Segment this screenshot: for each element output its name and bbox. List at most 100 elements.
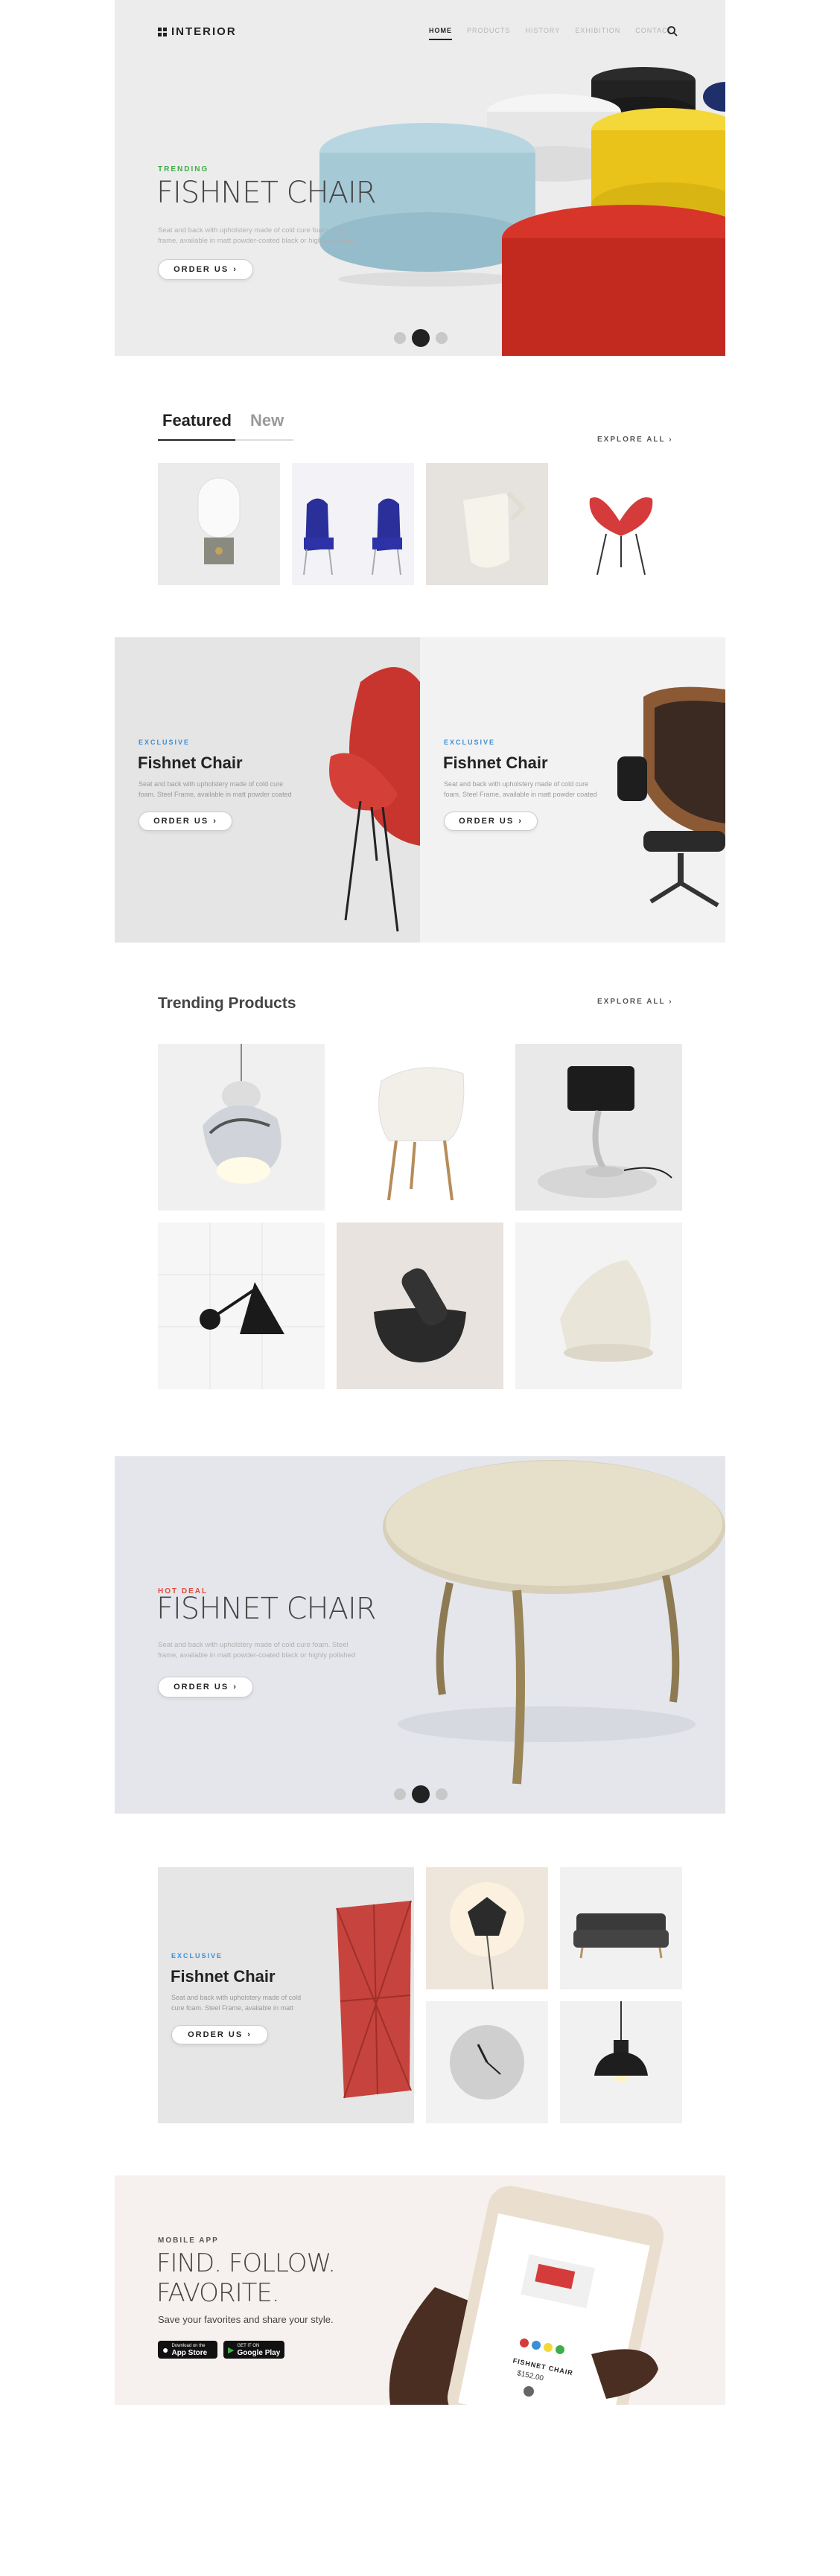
search-icon[interactable]: [666, 25, 678, 37]
exclusive-bottom-order-label: ORDER US: [188, 2030, 244, 2039]
mobile-app-banner: FISHNET CHAIR $152.00 MOBILE APP FIND. F…: [115, 2175, 725, 2405]
chevron-right-icon: ›: [233, 1683, 238, 1692]
bottom-product-clock[interactable]: [426, 2001, 548, 2123]
bottom-product-wall-light[interactable]: [426, 1867, 548, 1989]
hot-deal-title: FISHNET CHAIR: [156, 1592, 377, 1626]
exclusive-left-eyebrow: EXCLUSIVE: [139, 739, 191, 746]
tab-featured[interactable]: Featured: [162, 411, 232, 430]
exclusive-right-title: Fishnet Chair: [443, 753, 548, 772]
exclusive-bottom-order-button[interactable]: ORDER US ›: [171, 2025, 268, 2044]
app-store-button[interactable]: ● Download on the App Store: [158, 2341, 217, 2359]
hero-desc-1: Seat and back with upholstery made of co…: [158, 226, 349, 235]
wall-lamp-image: [158, 1222, 325, 1389]
hot-deal-banner: HOT DEAL FISHNET CHAIR Seat and back wit…: [115, 1456, 725, 1814]
red-chair-image: [589, 497, 653, 576]
hero-dot-1[interactable]: [394, 332, 406, 344]
hot-deal-dot-3[interactable]: [436, 1788, 448, 1800]
hero-order-label: ORDER US: [174, 265, 229, 274]
hero-title: FISHNET CHAIR: [156, 176, 377, 210]
hero-eyebrow: TRENDING: [158, 165, 209, 173]
hero-order-button[interactable]: ORDER US ›: [158, 259, 253, 280]
hero-banner: INTERIOR HOME PRODUCTS HISTORY EXHIBITIO…: [115, 0, 725, 356]
trending-product-wall-lamp[interactable]: [158, 1222, 325, 1389]
nav-history[interactable]: HISTORY: [526, 27, 561, 40]
featured-product-white-vase[interactable]: [426, 463, 548, 585]
hero-desc-2: frame, available in matt powder-coated b…: [158, 237, 356, 245]
tab-featured-label: Featured: [162, 411, 232, 430]
exclusive-left-desc-1: Seat and back with upholstery made of co…: [139, 780, 284, 788]
exclusive-left-title: Fishnet Chair: [138, 753, 243, 772]
trending-explore-link[interactable]: EXPLORE ALL ›: [597, 998, 673, 1006]
exclusive-right-eyebrow: EXCLUSIVE: [444, 739, 496, 746]
clock-image: [450, 2025, 524, 2100]
blue-chairs-image: [303, 498, 402, 576]
hot-deal-desc-1: Seat and back with upholstery made of co…: [158, 1641, 349, 1649]
google-play-label: Google Play: [237, 2349, 281, 2357]
chevron-right-icon: ›: [669, 436, 673, 444]
app-store-label: App Store: [171, 2349, 208, 2357]
app-eyebrow: MOBILE APP: [158, 2237, 219, 2245]
exclusive-right-order-label: ORDER US: [459, 817, 515, 826]
trending-explore-label: EXPLORE ALL: [597, 998, 666, 1006]
shell-chair-image: [378, 1067, 465, 1201]
nav-exhibition[interactable]: EXHIBITION: [575, 27, 620, 40]
featured-explore-label: EXPLORE ALL: [597, 436, 666, 444]
exclusive-bottom-title: Fishnet Chair: [171, 1967, 276, 1986]
trending-product-mortar-pestle[interactable]: [337, 1222, 503, 1389]
logo[interactable]: INTERIOR: [158, 25, 237, 38]
exclusive-bottom-desc-1: Seat and back with upholstery made of co…: [171, 1994, 302, 2001]
app-title-line2: FAVORITE.: [156, 2278, 280, 2308]
exclusive-left-order-button[interactable]: ORDER US ›: [139, 812, 232, 831]
tab-new[interactable]: New: [250, 411, 284, 430]
hot-deal-dot-1[interactable]: [394, 1788, 406, 1800]
trending-title: Trending Products: [158, 995, 296, 1012]
chevron-right-icon: ›: [669, 998, 673, 1006]
white-vase-image: [463, 491, 526, 568]
featured-explore-link[interactable]: EXPLORE ALL ›: [597, 436, 673, 444]
trending-product-pendant-lamp[interactable]: [158, 1044, 325, 1211]
trending-product-table-lamp[interactable]: [515, 1044, 682, 1211]
exclusive-card-left[interactable]: EXCLUSIVE Fishnet Chair Seat and back wi…: [115, 637, 420, 943]
table-lamp-image: [538, 1066, 672, 1198]
ceramic-lamp-image: [560, 1260, 653, 1362]
round-table-image: [383, 1460, 725, 1785]
hero-dot-2[interactable]: [412, 329, 430, 347]
trending-product-ceramic-lamp[interactable]: [515, 1222, 682, 1389]
trending-product-shell-chair[interactable]: [337, 1044, 503, 1211]
exclusive-bottom-desc-2: cure foam. Steel Frame, available in mat…: [171, 2004, 294, 2012]
exclusive-right-desc-1: Seat and back with upholstery made of co…: [444, 780, 589, 788]
google-play-button[interactable]: ▶ GET IT ON Google Play: [223, 2341, 284, 2359]
app-subtitle: Save your favorites and share your style…: [158, 2314, 334, 2325]
mortar-pestle-image: [374, 1268, 466, 1362]
google-play-icon: ▶: [228, 2345, 235, 2355]
lamp-image: [197, 477, 241, 564]
hot-deal-desc-2: frame, available in matt powder-coated b…: [158, 1651, 356, 1660]
exclusive-card-bottom[interactable]: EXCLUSIVE Fishnet Chair Seat and back wi…: [158, 1867, 414, 2123]
exclusive-right-order-button[interactable]: ORDER US ›: [444, 812, 538, 831]
chevron-right-icon: ›: [233, 265, 238, 274]
tab-new-label: New: [250, 411, 284, 430]
nav-products[interactable]: PRODUCTS: [467, 27, 511, 40]
apple-icon: ●: [162, 2344, 169, 2356]
sofa-image: [573, 1913, 669, 1959]
logo-text: INTERIOR: [171, 25, 237, 38]
nav-home[interactable]: HOME: [429, 27, 452, 40]
pendant-image: [594, 2001, 648, 2082]
exclusive-card-right[interactable]: EXCLUSIVE Fishnet Chair Seat and back wi…: [420, 637, 725, 943]
logo-mark-icon: [158, 27, 167, 36]
bottom-product-sofa[interactable]: [560, 1867, 682, 1989]
hero-dot-3[interactable]: [436, 332, 448, 344]
featured-product-lamp[interactable]: [158, 463, 280, 585]
hot-deal-order-label: ORDER US: [174, 1683, 229, 1692]
main-nav: HOME PRODUCTS HISTORY EXHIBITION CONTACT: [429, 27, 687, 40]
exclusive-bottom-eyebrow: EXCLUSIVE: [171, 1952, 223, 1960]
wall-light-image: [450, 1882, 524, 1989]
exclusive-left-desc-2: foam. Steel Frame, available in matt pow…: [139, 791, 292, 798]
pendant-lamp-image: [203, 1044, 281, 1184]
featured-product-blue-chairs[interactable]: [292, 463, 414, 585]
hot-deal-order-button[interactable]: ORDER US ›: [158, 1677, 253, 1697]
featured-product-red-chair[interactable]: [560, 463, 682, 585]
chevron-right-icon: ›: [518, 817, 523, 826]
bottom-product-pendant[interactable]: [560, 2001, 682, 2123]
hot-deal-dot-2[interactable]: [412, 1785, 430, 1803]
